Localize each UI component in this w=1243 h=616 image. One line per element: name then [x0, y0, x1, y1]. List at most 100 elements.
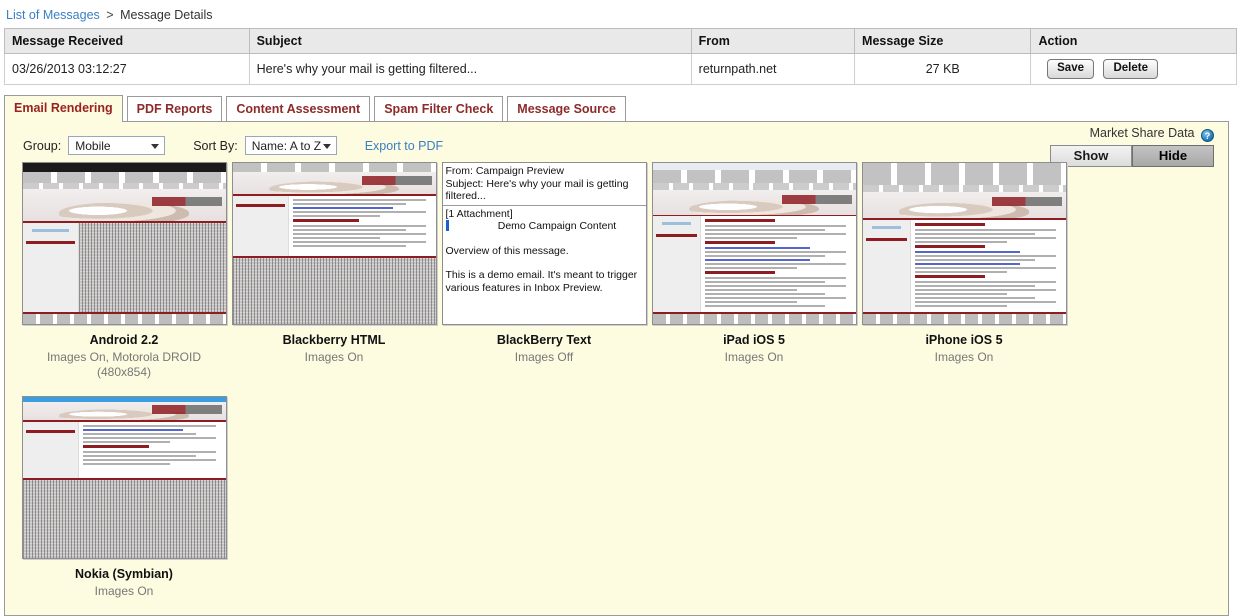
- cell-action: Save Delete: [1030, 53, 1237, 85]
- tab-email-rendering[interactable]: Email Rendering: [4, 95, 123, 122]
- table-header-row: Message Received Subject From Message Si…: [4, 28, 1237, 54]
- preview-name: Android 2.2: [89, 333, 159, 347]
- nav-bar: [25, 240, 75, 244]
- email-footer: [652, 312, 856, 324]
- tab-content-assessment[interactable]: Content Assessment: [226, 96, 371, 121]
- column-header-from: From: [690, 28, 856, 54]
- email-plain-block: [232, 258, 436, 324]
- email-preheader: [22, 182, 226, 190]
- nav-button: [31, 228, 69, 232]
- preview-name: iPad iOS 5: [723, 333, 785, 347]
- email-body: [22, 422, 226, 478]
- rendered-email-preview: [232, 163, 436, 324]
- brand-logo: [151, 197, 222, 207]
- group-label: Group:: [23, 138, 62, 153]
- email-text-block: [910, 220, 1066, 312]
- preview-name: Nokia (Symbian): [75, 567, 173, 581]
- email-header-text: [652, 169, 856, 184]
- text-email-attachment: [1 Attachment]: [445, 207, 513, 220]
- rendered-email-preview: [22, 163, 226, 324]
- breadcrumb: List of Messages > Message Details: [0, 0, 1243, 28]
- tab-message-source[interactable]: Message Source: [507, 96, 626, 121]
- preview-subtitle: Images On, Motorola DROID (480x854): [46, 350, 202, 379]
- email-sidebar-nav: [232, 196, 289, 256]
- market-share-controls: Market Share Data ? Show Hide: [1050, 126, 1214, 167]
- cell-from: returnpath.net: [690, 53, 856, 85]
- market-share-button-group: Show Hide: [1050, 145, 1214, 167]
- export-to-pdf-link[interactable]: Export to PDF: [365, 139, 444, 153]
- email-body: [22, 222, 226, 313]
- column-header-message-received: Message Received: [4, 28, 250, 54]
- preview-card-nokia: Nokia (Symbian) Images On: [19, 396, 229, 599]
- email-header-text: [22, 171, 226, 183]
- breadcrumb-separator: >: [106, 8, 114, 22]
- preview-card-android: Android 2.2 Images On, Motorola DROID (4…: [19, 162, 229, 380]
- text-email-paragraph-1: Overview of this message.: [445, 244, 569, 257]
- breadcrumb-current: Message Details: [120, 8, 213, 22]
- email-sidebar-nav: [652, 216, 701, 313]
- rendered-email-preview: [862, 163, 1066, 324]
- breadcrumb-link-list-of-messages[interactable]: List of Messages: [6, 8, 100, 22]
- cell-message-received: 03/26/2013 03:12:27: [4, 53, 250, 85]
- rendering-toolbar: Group: Mobile Sort By: Name: A to Z Expo…: [5, 122, 1228, 167]
- preview-subtitle: Images Off: [514, 350, 574, 364]
- preview-thumbnail-blackberry-text[interactable]: From: Campaign Preview Subject: Here's w…: [441, 162, 647, 325]
- preview-subtitle: Images On: [934, 350, 994, 364]
- client-chrome-bar: [652, 163, 856, 170]
- email-preheader: [652, 183, 856, 190]
- email-footer: [862, 312, 1066, 324]
- email-preheader: [862, 185, 1066, 192]
- text-email-body: [1 Attachment] Demo Campaign Content Ove…: [443, 206, 646, 297]
- brand-logo: [361, 176, 432, 185]
- text-cursor: [445, 219, 449, 231]
- hero-image: [232, 172, 436, 194]
- nav-button: [661, 222, 691, 226]
- email-rendering-panel: Group: Mobile Sort By: Name: A to Z Expo…: [4, 121, 1229, 616]
- email-header-text: [862, 163, 1066, 185]
- help-icon[interactable]: ?: [1201, 129, 1214, 142]
- email-text-block: [700, 216, 856, 313]
- preview-thumbnail-android[interactable]: [21, 162, 227, 325]
- chevron-down-icon: [322, 144, 331, 149]
- email-body: [232, 196, 436, 256]
- tab-pdf-reports[interactable]: PDF Reports: [126, 96, 223, 121]
- hero-image: [22, 189, 226, 221]
- email-sidebar-nav: [22, 422, 79, 478]
- sort-by-label: Sort By:: [193, 138, 238, 153]
- nav-bar: [235, 204, 285, 207]
- email-header-text: [232, 163, 436, 172]
- tab-spam-filter-check[interactable]: Spam Filter Check: [374, 96, 504, 121]
- email-body: [862, 220, 1066, 312]
- preview-card-blackberry-html: Blackberry HTML Images On: [229, 162, 439, 380]
- preview-subtitle: Images On: [304, 350, 364, 364]
- cell-subject: Here's why your mail is getting filtered…: [248, 53, 692, 85]
- preview-subtitle: Images On: [724, 350, 784, 364]
- market-share-hide-button[interactable]: Hide: [1132, 145, 1214, 167]
- email-text-block: [78, 422, 226, 478]
- rendered-email-preview: [652, 163, 856, 324]
- delete-button[interactable]: Delete: [1103, 59, 1158, 79]
- preview-thumbnail-iphone[interactable]: [861, 162, 1067, 325]
- nav-bar: [865, 238, 907, 241]
- email-text-block: [78, 222, 226, 313]
- preview-thumbnail-nokia[interactable]: [21, 396, 227, 559]
- sort-by-select[interactable]: Name: A to Z: [244, 136, 337, 155]
- nav-bar: [655, 234, 697, 238]
- text-email-from: From: Campaign Preview: [445, 165, 564, 177]
- text-email-headers: From: Campaign Preview Subject: Here's w…: [442, 163, 646, 206]
- rendered-text-email: From: Campaign Preview Subject: Here's w…: [442, 163, 646, 324]
- brand-logo: [781, 194, 852, 204]
- text-email-paragraph-2: This is a demo email. It's meant to trig…: [445, 269, 638, 294]
- chevron-down-icon: [151, 144, 160, 149]
- group-select-value: Mobile: [75, 139, 111, 153]
- email-footer: [22, 312, 226, 324]
- preview-thumbnail-blackberry-html[interactable]: [231, 162, 437, 325]
- save-button[interactable]: Save: [1047, 59, 1094, 79]
- table-row: 03/26/2013 03:12:27 Here's why your mail…: [4, 53, 1237, 85]
- message-details-table: Message Received Subject From Message Si…: [4, 28, 1237, 85]
- email-sidebar-nav: [862, 220, 911, 312]
- preview-thumbnail-ipad[interactable]: [651, 162, 857, 325]
- preview-card-ipad: iPad iOS 5 Images On: [649, 162, 859, 380]
- group-select[interactable]: Mobile: [68, 136, 166, 155]
- column-header-message-size: Message Size: [854, 28, 1032, 54]
